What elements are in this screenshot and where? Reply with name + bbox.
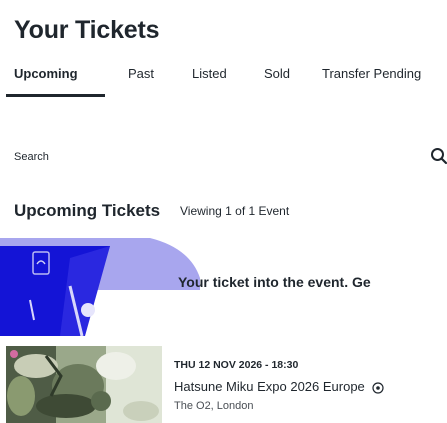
event-card[interactable]: THU 12 NOV 2026 - 18:30 Hatsune Miku Exp… <box>0 346 447 423</box>
tab-sold[interactable]: Sold <box>264 66 290 81</box>
banner-illustration <box>0 238 200 336</box>
tab-past[interactable]: Past <box>128 66 154 81</box>
tab-transfer-pending[interactable]: Transfer Pending <box>322 66 421 81</box>
tab-listed[interactable]: Listed <box>192 66 227 81</box>
event-count: Viewing 1 of 1 Event <box>180 204 290 218</box>
event-thumbnail <box>6 346 162 423</box>
info-icon[interactable] <box>372 381 385 394</box>
page-title: Your Tickets <box>14 16 160 44</box>
event-name[interactable]: Hatsune Miku Expo 2026 Europe <box>174 379 385 394</box>
search-label: Search <box>14 151 49 163</box>
event-venue: The O2, London <box>174 400 254 412</box>
event-date: THU 12 NOV 2026 - 18:30 <box>174 359 299 371</box>
ticket-info-banner[interactable]: Your ticket into the event. Ge <box>0 238 447 336</box>
banner-text: Your ticket into the event. Ge <box>178 274 371 290</box>
section-title: Upcoming Tickets <box>14 201 161 220</box>
tab-upcoming[interactable]: Upcoming <box>14 66 78 81</box>
ticket-tabs: Upcoming Past Listed Sold Transfer Pendi… <box>0 66 447 90</box>
search-field[interactable]: Search <box>14 143 447 171</box>
active-tab-indicator <box>6 94 105 97</box>
event-name-text: Hatsune Miku Expo 2026 Europe <box>174 379 365 394</box>
